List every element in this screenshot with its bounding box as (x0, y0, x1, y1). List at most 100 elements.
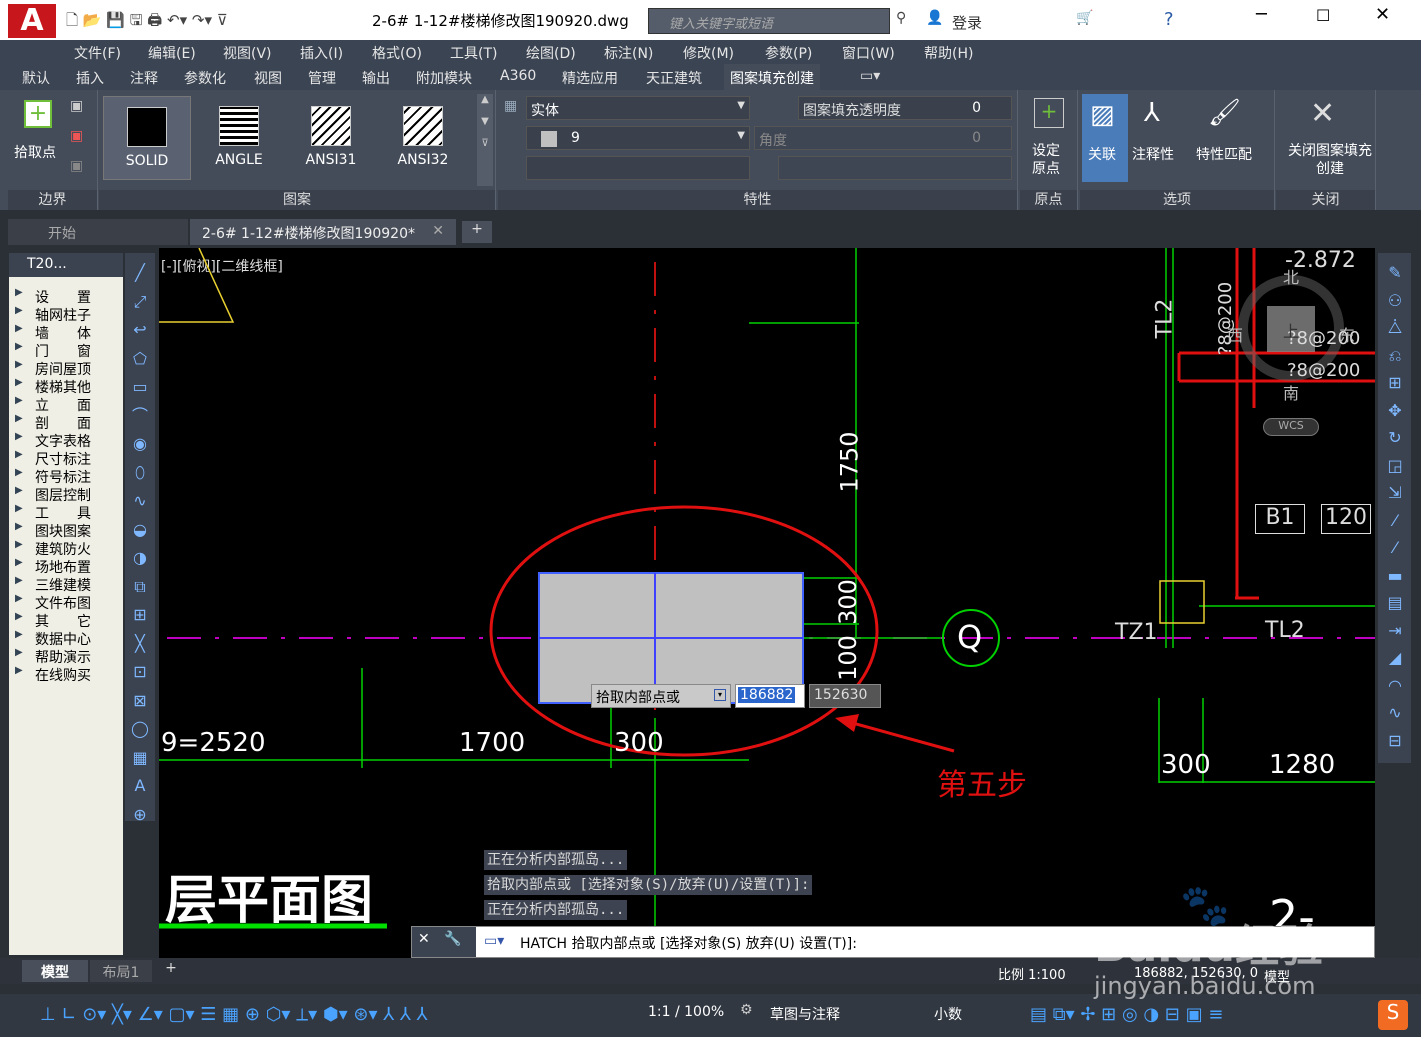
pattern-panel-label[interactable]: 图案 (99, 190, 495, 210)
match-properties-icon[interactable]: 🖌 (1208, 98, 1241, 128)
tab-manage[interactable]: 管理 (308, 68, 336, 88)
menu-view[interactable]: 视图(V) (223, 43, 272, 63)
pattern-solid[interactable]: SOLID (103, 96, 191, 180)
color-dropdown[interactable]: 9 ▼ (526, 126, 750, 150)
compass-south[interactable]: 南 (1283, 380, 1299, 404)
tangent-menu-item[interactable]: ▶ 尺寸标注 (9, 449, 123, 468)
menu-help[interactable]: 帮助(H) (924, 43, 973, 63)
close-command-icon[interactable]: ✕ (418, 931, 430, 947)
tangent-menu-item[interactable]: ▶ 符号标注 (9, 467, 123, 486)
set-origin-label[interactable]: 设定原点 (1032, 142, 1068, 178)
tab-view[interactable]: 视图 (254, 68, 282, 88)
associative-button[interactable]: ▨ 关联 (1082, 94, 1128, 182)
scale-readout[interactable]: 比例 1:100 (998, 964, 1066, 983)
tab-model[interactable]: 模型 (22, 960, 88, 982)
pattern-angle[interactable]: ANGLE (195, 96, 283, 180)
close-hatch-label[interactable]: 关闭图案填充创建 (1282, 142, 1378, 178)
tab-parametric[interactable]: 参数化 (184, 68, 226, 88)
menu-edit[interactable]: 编辑(E) (148, 43, 196, 63)
tangent-menu-item[interactable]: ▶ 帮助演示 (9, 647, 123, 666)
tangent-menu-item[interactable]: ▶ 房间屋顶 (9, 359, 123, 378)
sogou-icon[interactable]: S (1378, 1000, 1408, 1030)
menu-file[interactable]: 文件(F) (74, 43, 121, 63)
origin-panel-label[interactable]: 原点 (1020, 190, 1077, 210)
tab-layout1[interactable]: 布局1 (90, 960, 152, 982)
tab-start[interactable]: 开始 (8, 219, 188, 245)
prompt-options-icon[interactable]: ▾ (714, 689, 726, 701)
status-right-icons[interactable]: ▤ ⧉▾ ✢ ⊞ ◎ ◑ ⊟ ▣ ≡ (1030, 1000, 1223, 1030)
quick-access-toolbar[interactable]: 🗋 📂 💾 🖫 🖨 ↶▾ ↷▾ ⊽ (66, 10, 326, 30)
viewcube-top[interactable]: 上 (1283, 318, 1299, 342)
compass-east[interactable]: 东 (1339, 322, 1355, 346)
x-coordinate-input[interactable]: 186882 (735, 684, 805, 708)
help-icon[interactable]: ? (1164, 9, 1174, 30)
modify-tool-icons[interactable]: ✎ ⚇ ⧊ ⎌ ⊞ ✥ ↻ ◲ ⇲ ⁄ ⁄ ▬ ▤ ⇥ ◢ ◠ ∿ ⊟ (1384, 259, 1406, 754)
tangent-menu-item[interactable]: ▶ 工 具 (9, 503, 123, 522)
menu-modify[interactable]: 修改(M) (683, 43, 734, 63)
tab-current-drawing[interactable]: 2-6# 1-12#楼梯修改图190920* ✕ (190, 219, 456, 245)
close-window-button[interactable]: ✕ (1375, 4, 1390, 25)
draw-tool-icons[interactable]: ╱ ⤢ ↩ ⬠ ▭ ⌒ ◉ ⬯ ∿ ◒ ◑ ⧉ ⊞ ╳ ⊡ ⊠ ◯ ▦ A ⊕ (129, 259, 151, 829)
menu-parameter[interactable]: 参数(P) (765, 43, 812, 63)
workspace-switch[interactable]: 草图与注释 (770, 1004, 840, 1024)
annotation-scale[interactable]: 1:1 / 100% (648, 1004, 724, 1020)
tangent-menu-item[interactable]: ▶ 门 窗 (9, 341, 123, 360)
ribbon-options-icon[interactable]: ▭▾ (860, 68, 880, 84)
tab-a360[interactable]: A360 (500, 68, 536, 84)
tangent-menu-item[interactable]: ▶ 设 置 (9, 287, 123, 306)
cart-icon[interactable]: 🛒 (1076, 10, 1093, 26)
menu-format[interactable]: 格式(O) (372, 43, 422, 63)
tangent-menu-item[interactable]: ▶ 场地布置 (9, 557, 123, 576)
menu-dimension[interactable]: 标注(N) (604, 43, 653, 63)
menu-insert[interactable]: 插入(I) (300, 43, 343, 63)
close-icon[interactable]: ✕ (1310, 96, 1335, 131)
scale-field[interactable] (778, 156, 1012, 180)
tangent-menu-item[interactable]: ▶ 立 面 (9, 395, 123, 414)
menu-window[interactable]: 窗口(W) (842, 43, 895, 63)
units-dropdown[interactable]: 小数 (934, 1004, 962, 1024)
boundary-panel-label[interactable]: 边界 (8, 190, 97, 210)
pattern-ansi31[interactable]: ANSI31 (287, 96, 375, 180)
maximize-button[interactable]: ☐ (1316, 6, 1330, 25)
menu-tools[interactable]: 工具(T) (450, 43, 497, 63)
search-box[interactable]: 键入关键字或短语 (648, 8, 890, 34)
y-coordinate-input[interactable]: 152630 (809, 684, 881, 708)
compass-north[interactable]: 北 (1283, 264, 1299, 288)
match-properties-label[interactable]: 特性匹配 (1196, 144, 1252, 164)
tangent-menu-item[interactable]: ▶ 文字表格 (9, 431, 123, 450)
tangent-menu-item[interactable]: ▶ 墙 体 (9, 323, 123, 342)
tangent-menu-item[interactable]: ▶ 图层控制 (9, 485, 123, 504)
pick-point-label[interactable]: 拾取点 (14, 142, 56, 162)
status-tool-icons[interactable]: ⊥ ∟ ⊙▾ ╳▾ ∠▾ ▢▾ ☰ ▦ ⊕ ⬡▾ ⟂▾ ⬢▾ ⊛▾ ⅄ ⅄ ⅄ (40, 1000, 428, 1030)
tangent-menu-item[interactable]: ▶ 楼梯其他 (9, 377, 123, 396)
menu-draw[interactable]: 绘图(D) (526, 43, 576, 63)
angle-field[interactable]: 角度 0 (754, 126, 1012, 150)
add-layout-button[interactable]: + (160, 960, 182, 982)
user-icon[interactable]: 👤 (926, 10, 943, 26)
background-color-dropdown[interactable] (526, 156, 750, 180)
set-origin-icon[interactable]: + (1034, 98, 1064, 128)
tab-featured-apps[interactable]: 精选应用 (562, 68, 618, 88)
options-panel-label[interactable]: 选项 (1080, 190, 1274, 210)
tangent-menu-item[interactable]: ▶ 其 它 (9, 611, 123, 630)
tangent-menu-item[interactable]: ▶ 剖 面 (9, 413, 123, 432)
annotative-label[interactable]: 注释性 (1132, 144, 1174, 164)
tangent-menu-item[interactable]: ▶ 在线购买 (9, 665, 123, 684)
transparency-field[interactable]: 图案填充透明度 0 (798, 96, 1012, 120)
customize-icon[interactable]: 🔧 (444, 931, 461, 947)
tab-default[interactable]: 默认 (22, 68, 50, 88)
gear-icon[interactable]: ⚙ (740, 1002, 753, 1018)
tangent-menu-item[interactable]: ▶ 三维建模 (9, 575, 123, 594)
tangent-menu-item[interactable]: ▶ 轴网柱子 (9, 305, 123, 324)
minimize-button[interactable]: ─ (1256, 4, 1267, 25)
binoculars-icon[interactable]: ⚲ (896, 10, 906, 26)
close-panel-label[interactable]: 关闭 (1276, 190, 1375, 210)
pattern-ansi32[interactable]: ANSI32 (379, 96, 467, 180)
login-button[interactable]: 登录 (952, 12, 982, 33)
pick-point-icon[interactable]: + (24, 100, 52, 128)
annotative-icon[interactable]: ⅄ (1144, 98, 1160, 128)
pattern-scroll[interactable]: ▲ ▼ ⊽ (477, 94, 493, 186)
tab-hatch-creation[interactable]: 图案填充创建 (724, 64, 820, 90)
hatch-type-dropdown[interactable]: 实体 ▼ (526, 96, 750, 120)
tangent-menu-item[interactable]: ▶ 数据中心 (9, 629, 123, 648)
